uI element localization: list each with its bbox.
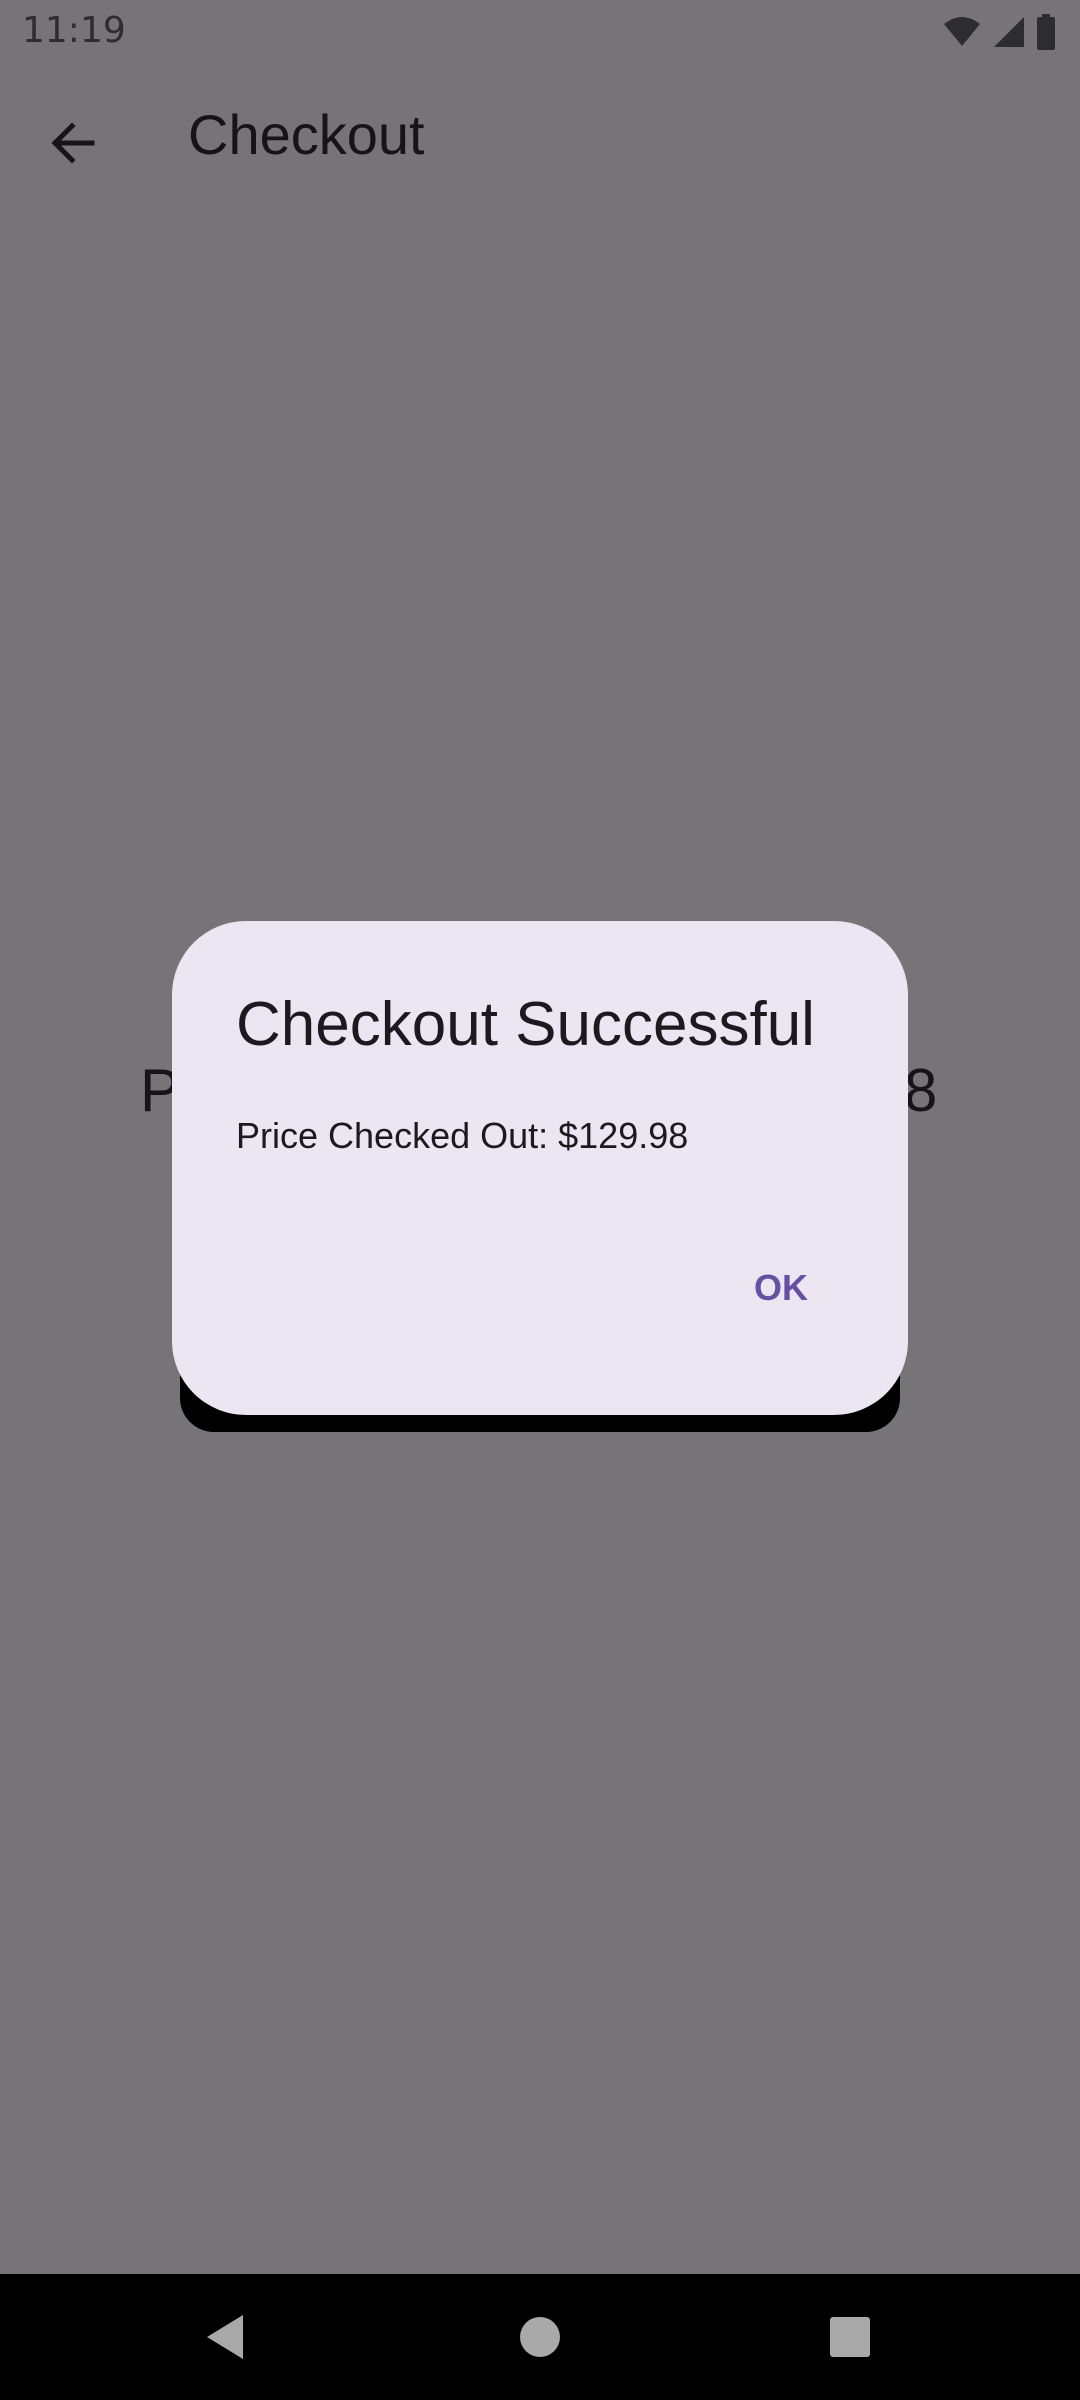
signal-icon (992, 15, 1026, 49)
nav-recents-button[interactable] (815, 2304, 885, 2374)
system-navigation-bar (0, 2274, 1080, 2400)
status-icons (942, 12, 1056, 52)
page-title: Checkout (188, 103, 425, 166)
ok-button[interactable]: OK (740, 1259, 822, 1317)
top-app-bar: Checkout (0, 64, 1080, 208)
back-button[interactable] (30, 102, 116, 188)
wifi-icon (942, 16, 982, 48)
battery-icon (1036, 14, 1056, 50)
dialog-message: Price Checked Out: $129.98 (236, 1115, 689, 1156)
nav-back-button[interactable] (190, 2304, 260, 2374)
nav-recents-icon (829, 2316, 871, 2362)
status-time: 11:19 (22, 10, 126, 51)
dialog-title: Checkout Successful (236, 990, 815, 1059)
nav-home-icon (519, 2316, 561, 2362)
nav-home-button[interactable] (505, 2304, 575, 2374)
nav-back-icon (203, 2313, 247, 2365)
arrow-back-icon (48, 118, 98, 172)
checkout-success-dialog: Checkout Successful Price Checked Out: $… (172, 921, 908, 1415)
status-bar: 11:19 (0, 0, 1080, 64)
checkout-screen: 11:19 Checkout P 8 Checkout Successful P… (0, 0, 1080, 2400)
background-price-right: 8 (904, 1057, 938, 1124)
